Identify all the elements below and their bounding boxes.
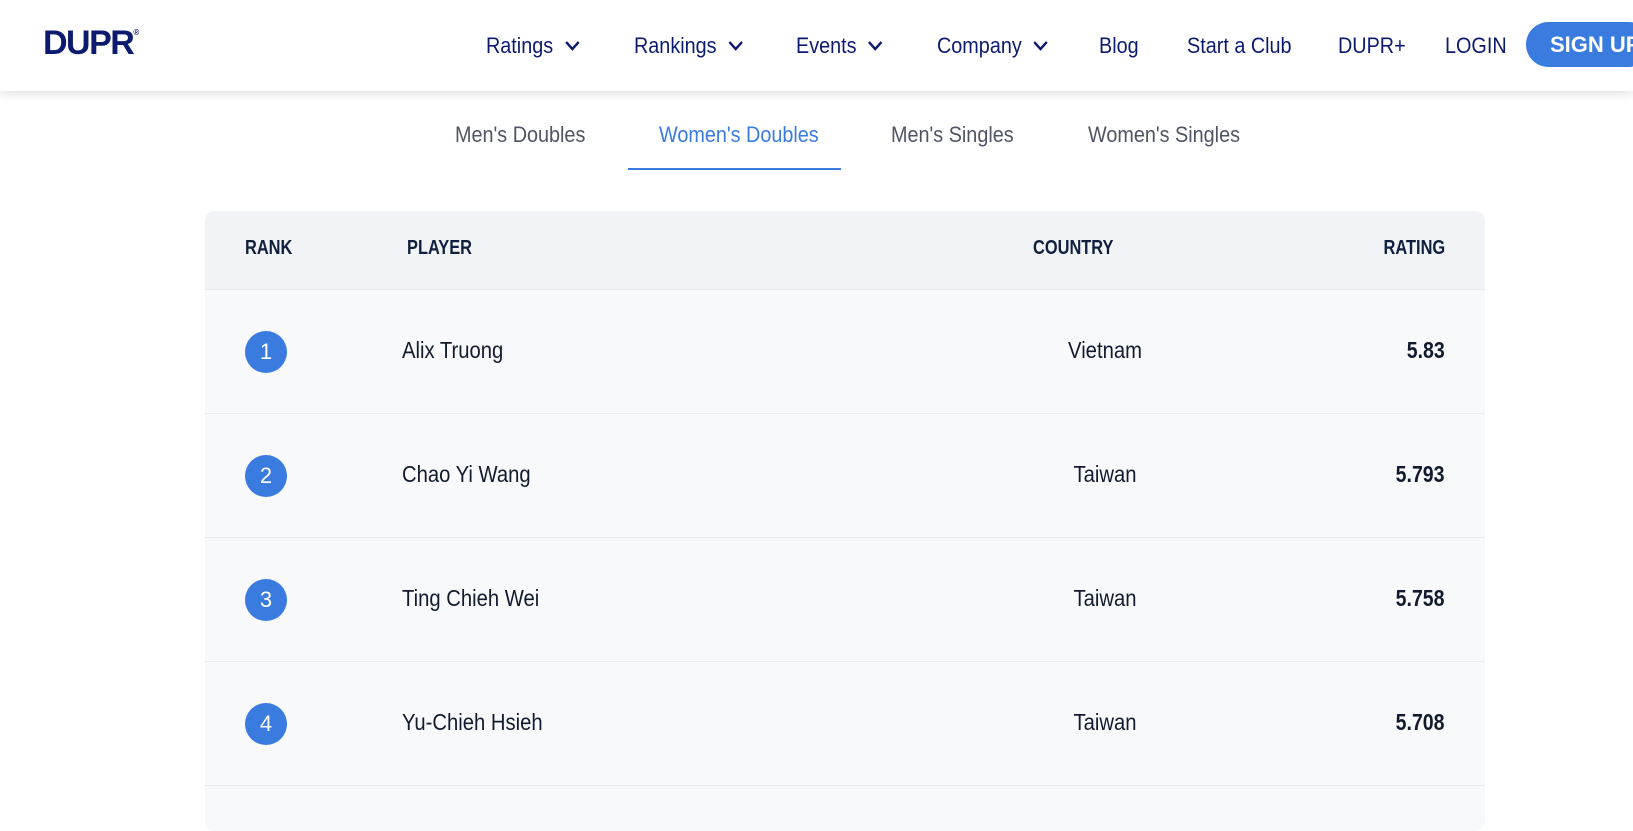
table-row[interactable]: 4 Yu-Chieh Hsieh Taiwan 5.708	[205, 662, 1485, 786]
column-header-country: COUNTRY	[1033, 237, 1114, 259]
nav-start-a-club[interactable]: Start a Club	[1187, 31, 1292, 61]
player-name[interactable]: Yu-Chieh Hsieh	[402, 709, 543, 736]
rank-badge: 4	[245, 703, 287, 745]
chevron-down-icon	[564, 41, 580, 51]
rank-badge: 1	[245, 331, 287, 373]
main-nav: Ratings Rankings Events Company Blog Sta…	[0, 0, 1633, 91]
nav-login[interactable]: LOGIN	[1445, 31, 1507, 61]
column-header-rating: RATING	[1383, 237, 1445, 259]
player-name[interactable]: Ting Chieh Wei	[402, 585, 539, 612]
chevron-down-icon	[868, 41, 883, 51]
player-name[interactable]: Alix Truong	[402, 337, 503, 364]
table-row[interactable]: 2 Chao Yi Wang Taiwan 5.793	[205, 414, 1485, 538]
table-header-row: RANK PLAYER COUNTRY RATING	[205, 211, 1485, 290]
sign-up-button[interactable]: SIGN UP	[1526, 22, 1633, 67]
site-header: DUPR® Ratings Rankings Events Company Bl…	[0, 0, 1633, 91]
rank-badge: 2	[245, 455, 287, 497]
nav-rankings-label: Rankings	[634, 33, 717, 58]
nav-rankings[interactable]: Rankings	[634, 31, 744, 61]
player-rating: 5.793	[1396, 461, 1445, 487]
chevron-down-icon	[728, 41, 743, 51]
player-country: Taiwan	[1073, 461, 1137, 487]
active-tab-indicator	[628, 168, 841, 170]
player-country: Vietnam	[1068, 337, 1142, 363]
nav-company[interactable]: Company	[937, 31, 1049, 61]
tab-mens-doubles[interactable]: Men's Doubles	[455, 122, 585, 152]
nav-dupr-plus[interactable]: DUPR+	[1338, 31, 1406, 61]
player-country: Taiwan	[1073, 709, 1137, 735]
chevron-down-icon	[1033, 41, 1048, 51]
nav-ratings-label: Ratings	[486, 33, 554, 58]
player-country: Taiwan	[1073, 585, 1137, 611]
rankings-table: RANK PLAYER COUNTRY RATING 1 Alix Truong…	[205, 211, 1485, 831]
nav-start-a-club-label: Start a Club	[1187, 33, 1292, 58]
nav-login-label: LOGIN	[1445, 33, 1507, 58]
table-row[interactable]: 1 Alix Truong Vietnam 5.83	[205, 290, 1485, 414]
column-header-player: PLAYER	[407, 237, 473, 259]
nav-events-label: Events	[796, 33, 857, 58]
table-row[interactable]: 3 Ting Chieh Wei Taiwan 5.758	[205, 538, 1485, 662]
player-rating: 5.83	[1406, 337, 1445, 363]
tab-womens-singles[interactable]: Women's Singles	[1088, 122, 1240, 152]
rank-badge: 3	[245, 579, 287, 621]
player-rating: 5.758	[1396, 585, 1445, 611]
nav-blog-label: Blog	[1099, 33, 1139, 58]
tab-mens-singles[interactable]: Men's Singles	[891, 122, 1014, 152]
player-name[interactable]: Chao Yi Wang	[402, 461, 531, 488]
column-header-rank: RANK	[245, 237, 293, 259]
nav-dupr-plus-label: DUPR+	[1338, 33, 1406, 58]
player-rating: 5.708	[1396, 709, 1445, 735]
nav-events[interactable]: Events	[796, 31, 884, 61]
nav-ratings[interactable]: Ratings	[486, 31, 580, 61]
nav-company-label: Company	[937, 33, 1022, 58]
nav-blog[interactable]: Blog	[1099, 31, 1139, 61]
tab-womens-doubles[interactable]: Women's Doubles	[659, 122, 819, 152]
